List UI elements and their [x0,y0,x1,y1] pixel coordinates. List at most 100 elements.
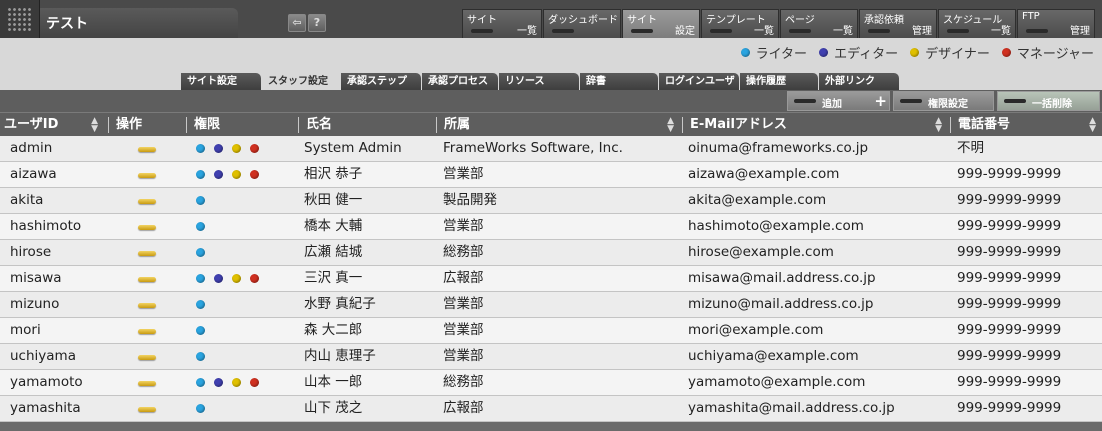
email-cell: yamashita@mail.address.co.jp [688,400,895,416]
table-row[interactable]: misawa 三沢 真一 広報部 misawa@mail.address.co.jp 9… [0,266,1102,292]
nav-button-6[interactable]: スケジュール 一覧 [938,9,1016,38]
button-bar-icon [947,29,969,33]
nav-button-2[interactable]: サイト 設定 [622,9,700,38]
name-cell: 橋本 大輔 [304,218,363,234]
tab-8[interactable]: 外部リンク [819,73,899,90]
department-cell: 営業部 [443,348,484,364]
back-arrow-icon[interactable]: ⇦ [288,14,306,32]
name-cell: 内山 恵理子 [304,348,376,364]
button-bar-icon [789,29,811,33]
column-separator [950,117,951,133]
user-id-cell[interactable]: uchiyama [10,344,76,369]
tab-5[interactable]: 辞書 [580,73,658,90]
nav-button-7[interactable]: FTP 管理 [1017,9,1095,38]
department-cell: 総務部 [443,244,484,260]
sort-icon[interactable]: ▲ ▼ [935,113,942,134]
email-cell: akita@example.com [688,192,827,208]
edit-pencil-icon[interactable] [138,199,156,204]
phone-cell: 999-9999-9999 [957,374,1062,390]
user-id-cell[interactable]: admin [10,136,52,161]
bulk-delete-button[interactable]: 一括削除 [997,91,1100,111]
table-row[interactable]: hirose 広瀬 結城 総務部 hirose@example.com 999-9999… [0,240,1102,266]
column-header[interactable]: E-Mailアドレス ▲ ▼ [686,113,948,137]
phone-cell: 999-9999-9999 [957,296,1062,312]
edit-pencil-icon[interactable] [138,355,156,360]
table-row[interactable]: yamashita 山下 茂之 広報部 yamashita@mail.address.… [0,396,1102,422]
tab-1[interactable]: スタッフ設定 [262,73,340,90]
permission-cell [196,136,268,161]
legend-item: マネージャー [1001,43,1094,62]
legend-label: エディター [834,47,899,62]
column-header[interactable]: 電話番号 ▲ ▼ [954,113,1102,137]
name-cell: System Admin [304,140,402,156]
sort-icon[interactable]: ▲ ▼ [1089,113,1096,134]
tab-6[interactable]: ログインユーザ [659,73,739,90]
edit-pencil-icon[interactable] [138,173,156,178]
table-row[interactable]: admin System Admin FrameWorks Software, In… [0,136,1102,162]
nav-button-sublabel: 設定 [675,26,695,37]
user-id-cell[interactable]: misawa [10,266,62,291]
edit-pencil-icon[interactable] [138,329,156,334]
nav-button-label: 承認依頼 [864,15,904,26]
permission-dots [196,162,268,187]
legend-label: デザイナー [925,47,990,62]
table-row[interactable]: uchiyama 内山 恵理子 営業部 uchiyama@example.com 999… [0,344,1102,370]
help-icon[interactable]: ? [308,14,326,32]
table-row[interactable]: akita 秋田 健一 製品開発 akita@example.com 999-9999-… [0,188,1102,214]
edit-pencil-icon[interactable] [138,303,156,308]
role-writer-dot-icon [196,274,205,283]
add-button[interactable]: 追加 + [787,91,890,111]
tab-2[interactable]: 承認ステップ [341,73,421,90]
table-row[interactable]: mizuno 水野 真紀子 営業部 mizuno@mail.address.co.jp… [0,292,1102,318]
nav-button-label: ダッシュボード [548,15,618,26]
user-id-cell[interactable]: mori [10,318,41,343]
legend-item: ライター [740,43,807,62]
permission-dots [196,318,214,343]
user-id-cell[interactable]: yamamoto [10,370,83,395]
nav-button-0[interactable]: サイト 一覧 [462,9,542,38]
permission-dots [196,370,268,395]
column-header[interactable]: ユーザID ▲ ▼ [0,113,104,137]
sort-icon[interactable]: ▲ ▼ [91,113,98,134]
role-editor-dot-icon [214,378,223,387]
column-header[interactable]: 操作 [112,113,182,137]
grid-logo-icon [7,7,33,31]
nav-button-5[interactable]: 承認依頼 管理 [859,9,937,38]
tab-4[interactable]: リソース [499,73,579,90]
button-bar-icon [900,99,922,103]
legend-item: デザイナー [910,43,990,62]
edit-pencil-icon[interactable] [138,251,156,256]
tab-3[interactable]: 承認プロセス [422,73,498,90]
table-row[interactable]: aizawa 相沢 恭子 営業部 aizawa@example.com 999-9999… [0,162,1102,188]
user-id-cell[interactable]: akita [10,188,43,213]
sort-icon[interactable]: ▲ ▼ [667,113,674,134]
table-row[interactable]: mori 森 大二郎 営業部 mori@example.com 999-9999-999… [0,318,1102,344]
edit-pencil-icon[interactable] [138,225,156,230]
button-bar-icon [552,29,574,33]
edit-pencil-icon[interactable] [138,407,156,412]
edit-pencil-icon[interactable] [138,381,156,386]
permission-settings-button[interactable]: 権限設定 [893,91,994,111]
table-header: ユーザID ▲ ▼ 操作 権限 氏名 所属 ▲ ▼ E-Mailアドレス ▲ ▼ 電話番号 ▲ ▼ [0,112,1102,136]
permission-cell [196,370,268,395]
user-id-cell[interactable]: hirose [10,240,51,265]
table-row[interactable]: yamamoto 山本 一郎 総務部 yamamoto@example.com 999-… [0,370,1102,396]
edit-pencil-icon[interactable] [138,277,156,282]
user-id-cell[interactable]: aizawa [10,162,57,187]
app-logo[interactable] [0,0,40,38]
column-header[interactable]: 氏名 [302,113,432,137]
tab-7[interactable]: 操作履歴 [740,73,818,90]
column-header[interactable]: 権限 [190,113,294,137]
table-row[interactable]: hashimoto 橋本 大輔 営業部 hashimoto@example.com 99… [0,214,1102,240]
nav-button-1[interactable]: ダッシュボード [543,9,621,38]
user-id-cell[interactable]: hashimoto [10,214,81,239]
user-id-cell[interactable]: mizuno [10,292,59,317]
tab-0[interactable]: サイト設定 [181,73,261,90]
role-editor-dot-icon [214,274,223,283]
department-cell: 製品開発 [443,192,497,208]
edit-pencil-icon[interactable] [138,147,156,152]
nav-button-4[interactable]: ページ 一覧 [780,9,858,38]
user-id-cell[interactable]: yamashita [10,396,81,421]
column-header[interactable]: 所属 ▲ ▼ [440,113,680,137]
nav-button-3[interactable]: テンプレート 一覧 [701,9,779,38]
